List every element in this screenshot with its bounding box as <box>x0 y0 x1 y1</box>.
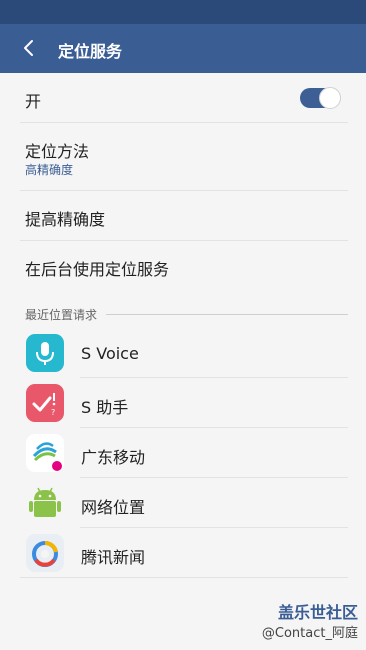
app-name: 广东移动 <box>81 448 146 467</box>
watermark-handle: @Contact_阿庭 <box>261 626 358 641</box>
app-name: S Voice <box>81 344 139 363</box>
background-location-label: 在后台使用定位服务 <box>25 260 170 279</box>
app-row-tencent-news[interactable]: 腾讯新闻 <box>0 528 366 578</box>
improve-accuracy-row[interactable]: 提高精确度 <box>0 191 366 241</box>
toggle-knob <box>319 87 341 109</box>
app-bar: 定位服务 <box>0 24 366 73</box>
improve-accuracy-label: 提高精确度 <box>25 210 106 229</box>
china-mobile-icon <box>26 434 64 472</box>
app-row-china-mobile[interactable]: 广东移动 <box>0 428 366 478</box>
divider <box>20 577 348 578</box>
app-name: S 助手 <box>81 398 129 417</box>
locating-method-row[interactable]: 定位方法 <box>0 123 366 190</box>
watermark-title: 盖乐世社区 <box>277 603 358 622</box>
s-voice-mic-icon <box>26 334 64 372</box>
background-location-row[interactable]: 在后台使用定位服务 <box>0 241 366 291</box>
location-toggle[interactable] <box>300 86 341 110</box>
app-name: 腾讯新闻 <box>81 548 146 567</box>
section-divider <box>106 314 348 315</box>
switch-label: 开 <box>25 92 42 111</box>
back-arrow-icon[interactable] <box>18 37 40 59</box>
tencent-news-icon <box>26 534 64 572</box>
svg-text:?: ? <box>51 408 55 417</box>
page-title: 定位服务 <box>58 42 123 61</box>
app-name: 网络位置 <box>81 498 146 517</box>
status-bar <box>0 0 366 24</box>
app-row-s-assistant[interactable]: ? S 助手 <box>0 378 366 428</box>
recent-requests-header: 最近位置请求 <box>25 308 98 322</box>
app-row-network-location[interactable]: 网络位置 <box>0 478 366 528</box>
locating-method-value: 高精确度 <box>25 163 74 177</box>
s-assistant-icon: ? <box>26 384 64 422</box>
android-robot-icon <box>26 484 64 522</box>
app-row-s-voice[interactable]: S Voice <box>0 328 366 378</box>
locating-method-label: 定位方法 <box>25 142 90 161</box>
